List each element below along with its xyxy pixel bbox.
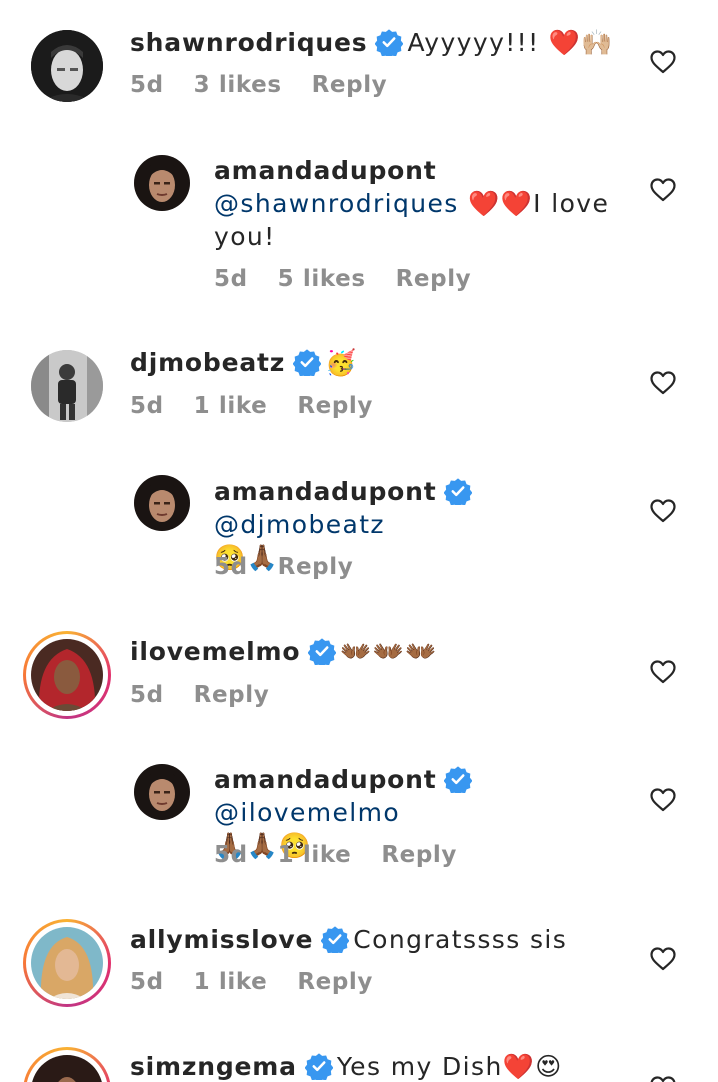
verified-badge-icon — [444, 765, 472, 793]
avatar[interactable] — [134, 475, 190, 531]
mention-link[interactable]: @djmobeatz — [214, 510, 385, 539]
avatar — [31, 927, 103, 999]
timestamp: 5d — [130, 969, 164, 995]
comment-reply: amandadupont@ilovemelmo 🙏🏾🙏🏾🥺 5d 1 like Re… — [0, 740, 718, 900]
avatar[interactable] — [31, 30, 103, 102]
comment-meta: 5d 3 likes Reply — [130, 72, 417, 98]
comment-body: ilovemelmo 👐🏾👐🏾👐🏾 — [130, 635, 630, 668]
heart-outline-icon[interactable] — [650, 371, 676, 395]
avatar[interactable] — [134, 155, 190, 211]
comment-body: simzngema Yes my Dish❤️😍 — [130, 1050, 630, 1082]
verified-badge-icon — [308, 637, 336, 665]
story-ring[interactable] — [23, 631, 111, 719]
verified-badge-icon — [321, 925, 349, 953]
comment-reply: amandadupont@djmobeatz 🥺🙏🏾 5d Reply — [0, 450, 718, 610]
reply-button[interactable]: Reply — [396, 266, 472, 292]
comment-meta: 5d 1 like Reply — [214, 842, 487, 868]
avatar[interactable] — [134, 764, 190, 820]
reply-button[interactable]: Reply — [194, 682, 270, 708]
timestamp: 5d — [214, 266, 248, 292]
username[interactable]: ilovemelmo — [130, 637, 300, 666]
timestamp: 5d — [130, 393, 164, 419]
comment-item: allymisslove Congratssss sis 5d 1 like Repl… — [0, 900, 718, 1030]
story-ring[interactable] — [23, 1047, 111, 1082]
reply-button[interactable]: Reply — [297, 393, 373, 419]
like-count[interactable]: 5 likes — [278, 266, 366, 292]
comment-reply: amandadupont @shawnrodriques ❤️❤️I love … — [0, 130, 718, 320]
heart-outline-icon[interactable] — [650, 660, 676, 684]
verified-badge-icon — [375, 28, 403, 56]
like-count[interactable]: 1 like — [194, 969, 268, 995]
comment-meta: 5d Reply — [214, 554, 383, 580]
avatar — [31, 639, 103, 711]
username[interactable]: shawnrodriques — [130, 28, 367, 57]
comment-text: Yes my Dish❤️😍 — [336, 1052, 563, 1081]
like-count[interactable]: 3 likes — [194, 72, 282, 98]
comment-meta: 5d Reply — [130, 682, 299, 708]
comment-item: simzngema Yes my Dish❤️😍 — [0, 1030, 718, 1082]
comment-meta: 5d 1 like Reply — [130, 969, 403, 995]
timestamp: 5d — [130, 682, 164, 708]
comment-text: Congratssss sis — [353, 925, 568, 954]
reply-button[interactable]: Reply — [381, 842, 457, 868]
timestamp: 5d — [214, 554, 248, 580]
timestamp: 5d — [214, 842, 248, 868]
comment-body: amandadupont @shawnrodriques ❤️❤️I love … — [214, 154, 614, 253]
heart-outline-icon[interactable] — [650, 947, 676, 971]
story-ring[interactable] — [23, 919, 111, 1007]
heart-outline-icon[interactable] — [650, 788, 676, 812]
comment-text: Ayyyyy!!! ❤️🙌🏼 — [407, 28, 614, 57]
heart-outline-icon[interactable] — [650, 50, 676, 74]
reply-button[interactable]: Reply — [278, 554, 354, 580]
verified-badge-icon — [305, 1052, 333, 1080]
comment-item: ilovemelmo 👐🏾👐🏾👐🏾 5d Reply — [0, 610, 718, 740]
comment-body: djmobeatz 🥳 — [130, 346, 630, 379]
comment-item: shawnrodriques Ayyyyy!!! ❤️🙌🏼 5d 3 likes Re… — [0, 0, 718, 130]
verified-badge-icon — [444, 477, 472, 505]
reply-button[interactable]: Reply — [312, 72, 388, 98]
heart-outline-icon[interactable] — [650, 1076, 676, 1082]
username[interactable]: simzngema — [130, 1052, 297, 1081]
verified-badge-icon — [293, 348, 321, 376]
comment-body: shawnrodriques Ayyyyy!!! ❤️🙌🏼 — [130, 26, 630, 59]
like-count[interactable]: 1 like — [194, 393, 268, 419]
avatar[interactable] — [31, 350, 103, 422]
username[interactable]: amandadupont — [214, 156, 436, 185]
username[interactable]: allymisslove — [130, 925, 313, 954]
comment-item: djmobeatz 🥳 5d 1 like Reply — [0, 320, 718, 450]
like-count[interactable]: 1 like — [278, 842, 352, 868]
comment-text: 👐🏾👐🏾👐🏾 — [340, 637, 438, 666]
comment-body: allymisslove Congratssss sis — [130, 923, 630, 956]
heart-outline-icon[interactable] — [650, 178, 676, 202]
comment-meta: 5d 1 like Reply — [130, 393, 403, 419]
username[interactable]: djmobeatz — [130, 348, 285, 377]
heart-outline-icon[interactable] — [650, 499, 676, 523]
comment-meta: 5d 5 likes Reply — [214, 266, 501, 292]
username[interactable]: amandadupont — [214, 477, 436, 506]
timestamp: 5d — [130, 72, 164, 98]
avatar — [31, 1055, 103, 1082]
reply-button[interactable]: Reply — [297, 969, 373, 995]
comment-text: 🥳 — [325, 348, 358, 377]
mention-link[interactable]: @shawnrodriques — [214, 189, 459, 218]
mention-link[interactable]: @ilovemelmo — [214, 798, 400, 827]
username[interactable]: amandadupont — [214, 765, 436, 794]
